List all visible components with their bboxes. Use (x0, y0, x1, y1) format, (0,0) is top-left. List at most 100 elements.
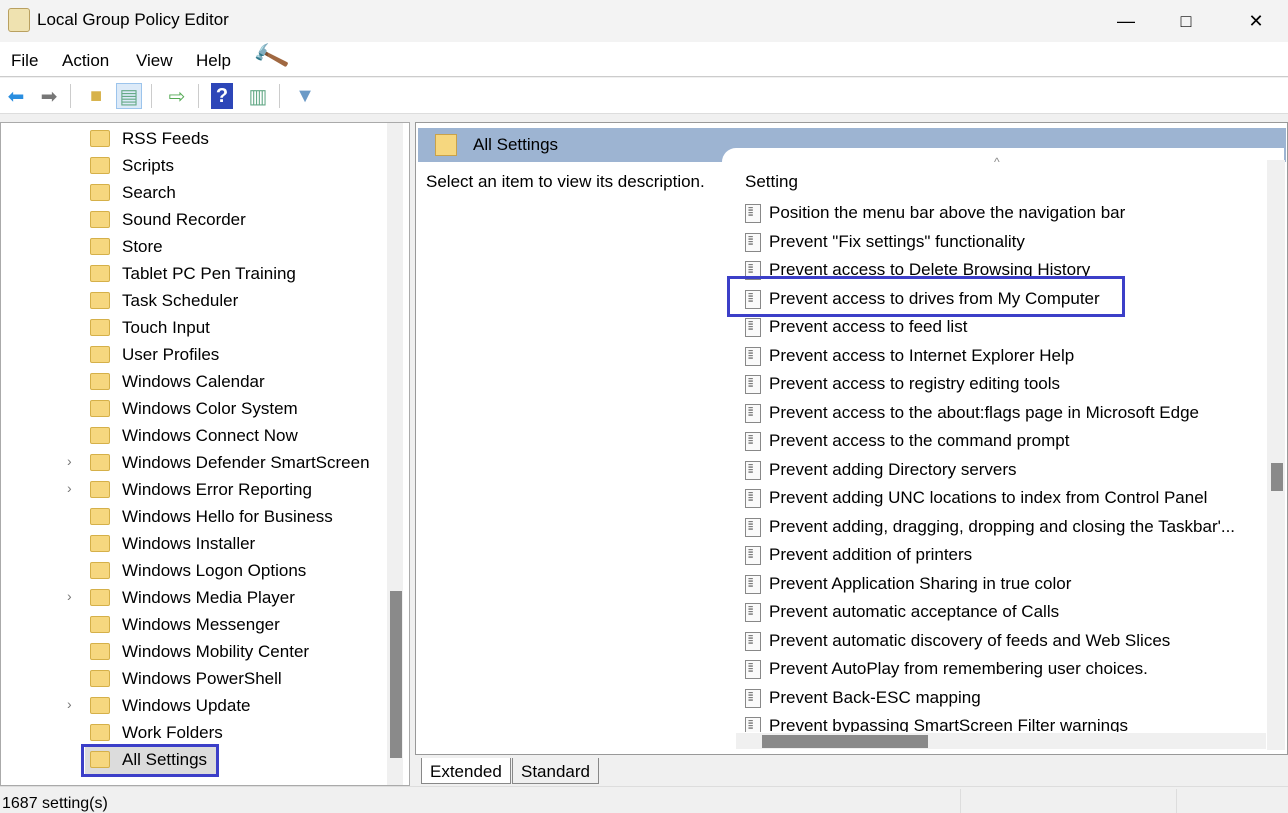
close-button[interactable]: ✕ (1226, 0, 1286, 42)
setting-row[interactable]: ≡ ≡ Prevent Application Sharing in true co… (743, 570, 1263, 598)
policy-setting-icon: ≡ ≡ (745, 631, 761, 651)
chevron-right-icon[interactable]: › (67, 696, 72, 712)
setting-label: Prevent adding Directory servers (769, 459, 1017, 479)
tree-item[interactable]: Work Folders (1, 720, 381, 747)
menu-view[interactable]: View (136, 51, 173, 71)
description-text: Select an item to view its description. (426, 172, 705, 191)
tree-item-label: Touch Input (122, 318, 210, 337)
tree-item[interactable]: Windows Messenger (1, 612, 381, 639)
chevron-right-icon[interactable]: › (67, 480, 72, 496)
help-icon[interactable]: ? (211, 83, 233, 109)
setting-row[interactable]: ≡ ≡ Prevent Back-ESC mapping (743, 684, 1263, 712)
minimize-button[interactable]: — (1096, 0, 1156, 42)
tree-item[interactable]: Windows PowerShell (1, 666, 381, 693)
list-scrollbar-thumb[interactable] (1271, 463, 1283, 491)
tree-item-label: All Settings (122, 750, 208, 769)
setting-label: Prevent Back-ESC mapping (769, 687, 981, 707)
policy-setting-icon: ≡ ≡ (745, 688, 761, 708)
folder-icon (90, 670, 110, 687)
tree-item-label: Windows Connect Now (122, 426, 298, 445)
setting-label: Prevent Application Sharing in true colo… (769, 573, 1072, 593)
tree-item[interactable]: Windows Hello for Business (1, 504, 381, 531)
setting-row[interactable]: ≡ ≡ Position the menu bar above the naviga… (743, 199, 1263, 227)
tree-item[interactable]: › Windows Update (1, 693, 381, 720)
setting-row[interactable]: ≡ ≡ Prevent adding Directory servers (743, 456, 1263, 484)
up-folder-icon[interactable]: ■ (83, 83, 109, 109)
tree-item[interactable]: › Windows Defender SmartScreen (1, 450, 381, 477)
setting-row[interactable]: ≡ ≡ Prevent automatic discovery of feeds a… (743, 627, 1263, 655)
setting-label: Prevent access to feed list (769, 317, 968, 336)
maximize-button[interactable]: □ (1156, 0, 1216, 42)
tree-item[interactable]: Task Scheduler (1, 288, 381, 315)
folder-icon (90, 265, 110, 282)
setting-row[interactable]: ≡ ≡ Prevent access to the command prompt (743, 427, 1263, 455)
sort-arrow-icon: ^ (994, 155, 1000, 169)
tab-extended[interactable]: Extended (421, 758, 511, 784)
tree-item[interactable]: Touch Input (1, 315, 381, 342)
tree-item[interactable]: Windows Calendar (1, 369, 381, 396)
tree-item[interactable]: Store (1, 234, 381, 261)
filter-icon[interactable]: ▼ (292, 83, 318, 109)
setting-row[interactable]: ≡ ≡ Prevent automatic acceptance of Calls (743, 598, 1263, 626)
horizontal-scrollbar-thumb[interactable] (762, 735, 928, 748)
setting-label: Prevent access to the about:flags page i… (769, 402, 1199, 422)
show-action-pane-icon[interactable]: ▥ (245, 83, 271, 109)
setting-row[interactable]: ≡ ≡ Prevent access to Delete Browsing Hist… (743, 256, 1263, 284)
tree-item-label: Search (122, 183, 176, 202)
tree-item[interactable]: Windows Mobility Center (1, 639, 381, 666)
menu-file[interactable]: File (11, 51, 38, 71)
folder-icon (90, 346, 110, 363)
setting-row[interactable]: ≡ ≡ Prevent adding, dragging, dropping and… (743, 513, 1263, 541)
tree-scrollbar-thumb[interactable] (390, 591, 402, 758)
setting-row[interactable]: ≡ ≡ Prevent access to Internet Explorer He… (743, 342, 1263, 370)
tree-item[interactable]: RSS Feeds (1, 126, 381, 153)
tree-item[interactable]: All Settings (85, 747, 217, 774)
app-icon (8, 8, 30, 32)
tree-item-label: Windows Calendar (122, 372, 265, 391)
setting-row[interactable]: ≡ ≡ Prevent "Fix settings" functionality (743, 228, 1263, 256)
tree-item[interactable]: Tablet PC Pen Training (1, 261, 381, 288)
tree-item-label: Windows Logon Options (122, 561, 307, 580)
toolbar: ⬅ ➡ ■ ▤ ⇨ ? ▥ ▼ (0, 78, 1288, 114)
back-icon[interactable]: ⬅ (3, 83, 29, 109)
setting-row[interactable]: ≡ ≡ Prevent AutoPlay from remembering user… (743, 655, 1263, 683)
tree-item[interactable]: User Profiles (1, 342, 381, 369)
tree-item-label: Windows PowerShell (122, 669, 282, 688)
setting-row[interactable]: ≡ ≡ Prevent addition of printers (743, 541, 1263, 569)
tree-item-label: User Profiles (122, 345, 220, 364)
setting-row[interactable]: ≡ ≡ Prevent access to registry editing too… (743, 370, 1263, 398)
setting-row[interactable]: ≡ ≡ Prevent adding UNC locations to index … (743, 484, 1263, 512)
separator (70, 84, 71, 108)
tree-item[interactable]: Search (1, 180, 381, 207)
list-scrollbar[interactable] (1267, 160, 1285, 750)
tree-item[interactable]: Windows Color System (1, 396, 381, 423)
tree-item[interactable]: Scripts (1, 153, 381, 180)
menu-help[interactable]: Help (196, 51, 231, 71)
setting-row[interactable]: ≡ ≡ Prevent access to drives from My Compu… (743, 285, 1263, 313)
separator (960, 789, 961, 813)
all-settings-icon (435, 134, 457, 156)
separator (1176, 789, 1177, 813)
tree-item[interactable]: › Windows Error Reporting (1, 477, 381, 504)
menu-action[interactable]: Action (62, 51, 109, 71)
setting-row[interactable]: ≡ ≡ Prevent access to feed list (743, 313, 1263, 341)
chevron-right-icon[interactable]: › (67, 588, 72, 604)
tree-item[interactable]: › Windows Media Player (1, 585, 381, 612)
policy-setting-icon: ≡ ≡ (745, 403, 761, 423)
setting-row[interactable]: ≡ ≡ Prevent access to the about:flags page… (743, 399, 1263, 427)
folder-icon (90, 643, 110, 660)
tab-standard[interactable]: Standard (512, 758, 599, 784)
tree-item[interactable]: Windows Connect Now (1, 423, 381, 450)
tree-item[interactable]: Windows Logon Options (1, 558, 381, 585)
title-bar: Local Group Policy Editor — □ ✕ (0, 0, 1288, 42)
show-hide-tree-icon[interactable]: ▤ (116, 83, 142, 109)
tree-item[interactable]: Sound Recorder (1, 207, 381, 234)
folder-icon (90, 616, 110, 633)
setting-row[interactable]: ≡ ≡ Prevent bypassing SmartScreen Filter w… (743, 712, 1263, 732)
setting-label: Prevent adding, dragging, dropping and c… (769, 516, 1236, 536)
tree-item[interactable]: Windows Installer (1, 531, 381, 558)
column-header-setting[interactable]: Setting (745, 172, 798, 192)
export-list-icon[interactable]: ⇨ (164, 83, 190, 109)
chevron-right-icon[interactable]: › (67, 453, 72, 469)
forward-icon[interactable]: ➡ (36, 83, 62, 109)
